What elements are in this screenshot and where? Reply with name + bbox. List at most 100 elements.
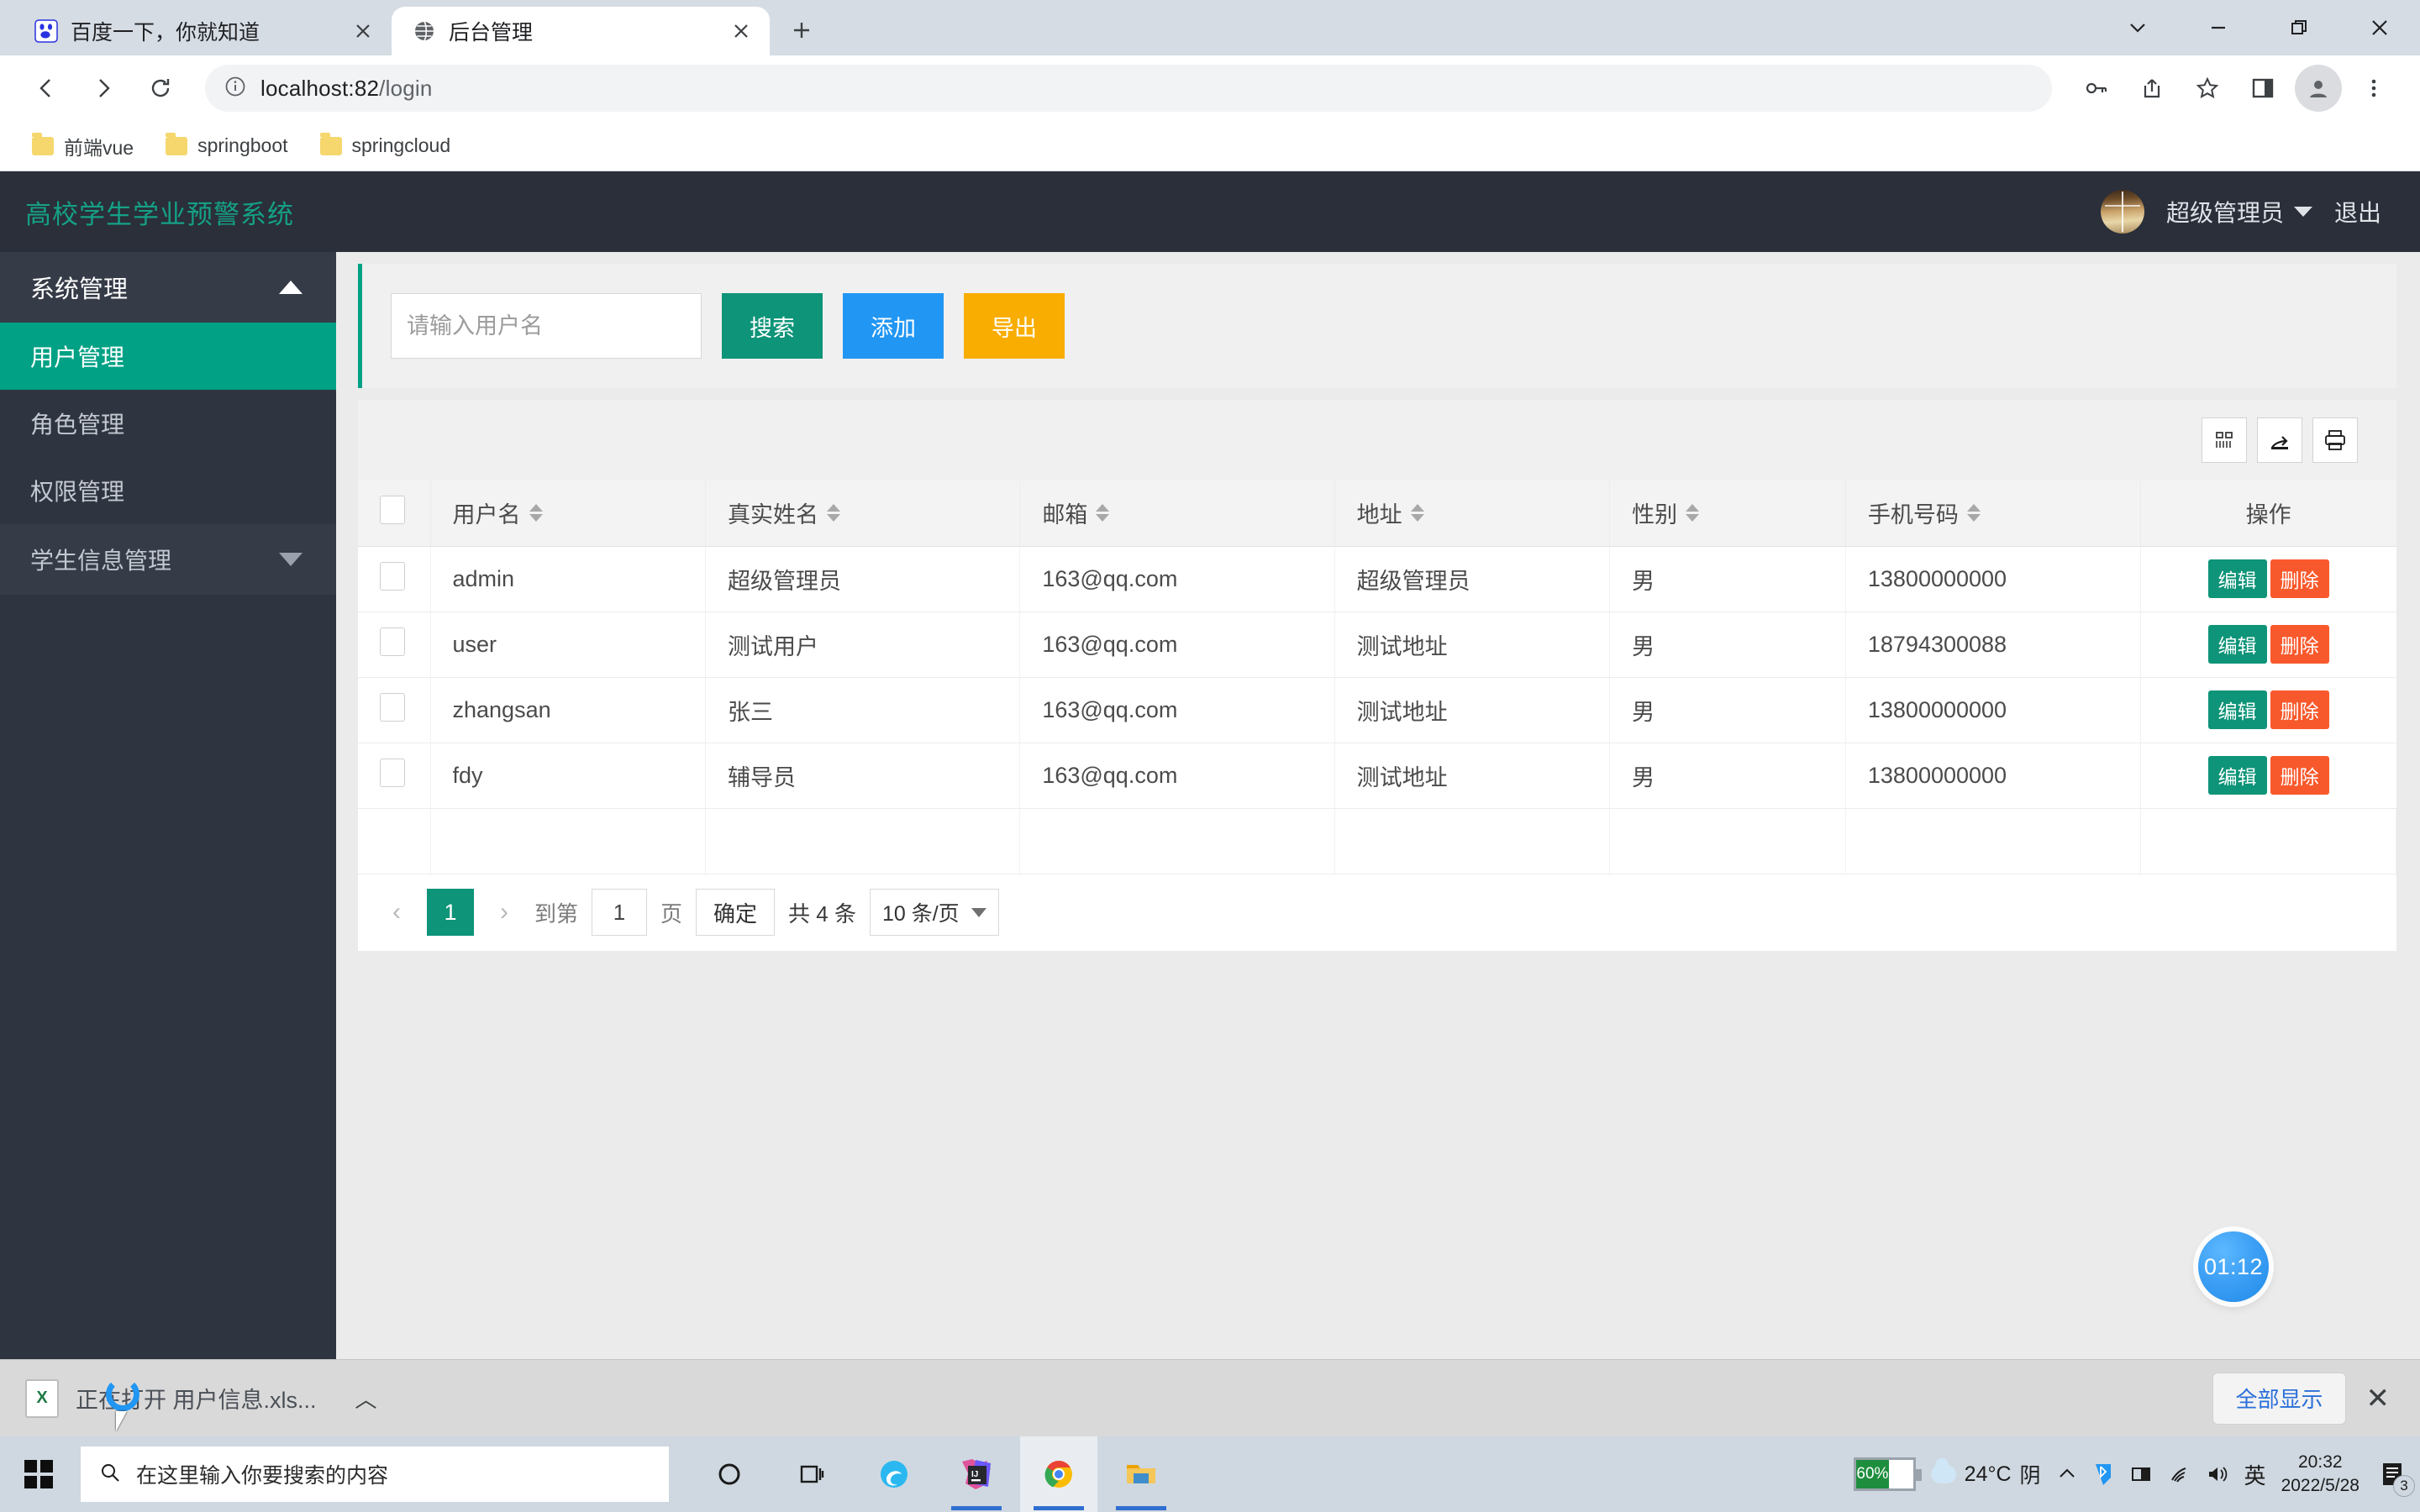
sidebar-item-permission-management[interactable]: 权限管理 [0, 457, 336, 524]
sort-arrows-icon[interactable] [529, 504, 543, 522]
display-icon[interactable] [2130, 1463, 2152, 1485]
bookmark-item-1[interactable]: springboot [154, 129, 299, 162]
search-input[interactable] [391, 293, 702, 359]
weather-widget[interactable]: 24°C 阴 [1930, 1458, 2041, 1489]
row-checkbox[interactable] [380, 692, 405, 722]
info-icon[interactable] [224, 75, 247, 102]
export-button[interactable]: 导出 [964, 293, 1065, 359]
chevron-up-icon[interactable] [2056, 1463, 2078, 1485]
logout-button[interactable]: 退出 [2334, 195, 2381, 228]
row-checkbox[interactable] [380, 561, 405, 591]
row-select-cell[interactable] [358, 677, 431, 743]
row-checkbox[interactable] [380, 758, 405, 787]
download-item[interactable]: X 正在打开 用户信息.xls... ︿ [25, 1369, 377, 1428]
page-number-1[interactable]: 1 [427, 889, 474, 936]
wifi-icon[interactable] [2167, 1463, 2191, 1485]
sort-arrows-icon[interactable] [1966, 504, 1981, 522]
sort-arrows-icon[interactable] [1096, 504, 1110, 522]
side-panel-icon[interactable] [2237, 62, 2289, 114]
column-username[interactable]: 用户名 [430, 480, 707, 547]
columns-toggle-icon[interactable] [2202, 417, 2247, 463]
forward-arrow-icon[interactable] [77, 62, 129, 114]
back-arrow-icon[interactable] [20, 62, 72, 114]
notification-center-icon[interactable]: 3 [2375, 1453, 2415, 1497]
table-row[interactable]: fdy 辅导员 163@qq.com 测试地址 男 13800000000 编辑… [358, 743, 2396, 809]
table-row[interactable]: admin 超级管理员 163@qq.com 超级管理员 男 138000000… [358, 546, 2396, 612]
show-all-downloads-button[interactable]: 全部显示 [2212, 1372, 2346, 1425]
add-button[interactable]: 添加 [843, 293, 944, 359]
row-select-cell[interactable] [358, 743, 431, 809]
close-icon[interactable]: ✕ [2366, 1382, 2391, 1415]
column-gender[interactable]: 性别 [1609, 480, 1846, 547]
chevron-up-icon[interactable]: ︿ [355, 1383, 377, 1414]
close-window-button[interactable] [2339, 0, 2420, 55]
sidebar-group-student-info[interactable]: 学生信息管理 [0, 524, 336, 595]
chevron-left-icon[interactable]: ‹ [380, 895, 413, 929]
reload-icon[interactable] [134, 62, 187, 114]
delete-button[interactable]: 删除 [2270, 690, 2329, 729]
edit-button[interactable]: 编辑 [2207, 690, 2267, 729]
close-icon[interactable] [726, 16, 756, 46]
star-icon[interactable] [2181, 62, 2233, 114]
row-select-cell[interactable] [358, 612, 431, 678]
floating-timer-bubble[interactable]: 01:12 [2198, 1231, 2269, 1302]
delete-button[interactable]: 删除 [2270, 559, 2329, 598]
address-bar[interactable]: localhost:82/login [205, 65, 2052, 112]
task-view-icon[interactable] [773, 1436, 850, 1512]
user-menu[interactable]: 超级管理员 [2166, 195, 2312, 228]
column-phone[interactable]: 手机号码 [1845, 480, 2141, 547]
table-row[interactable]: zhangsan 张三 163@qq.com 测试地址 男 1380000000… [358, 677, 2396, 743]
taskbar-search-input[interactable]: 在这里输入你要搜索的内容 [81, 1446, 669, 1502]
search-button[interactable]: 搜索 [722, 293, 823, 359]
ime-indicator[interactable]: 英 [2244, 1459, 2266, 1490]
new-tab-button[interactable] [778, 7, 825, 54]
edit-button[interactable]: 编辑 [2207, 756, 2267, 795]
taskbar-clock[interactable]: 20:32 2022/5/28 [2281, 1451, 2360, 1499]
chrome-icon[interactable] [1020, 1436, 1097, 1512]
maximize-restore-button[interactable] [2259, 0, 2339, 55]
row-select-cell[interactable] [358, 546, 431, 612]
share-icon[interactable] [2126, 62, 2178, 114]
sidebar-group-system[interactable]: 系统管理 [0, 252, 336, 323]
edit-button[interactable]: 编辑 [2207, 559, 2267, 598]
select-all-checkbox[interactable] [380, 496, 405, 525]
battery-icon[interactable]: 60% [1853, 1457, 1922, 1491]
profile-avatar-icon[interactable] [2292, 62, 2344, 114]
confirm-page-button[interactable]: 确定 [696, 889, 776, 936]
sort-arrows-icon[interactable] [827, 504, 841, 522]
windows-start-icon[interactable] [0, 1436, 77, 1512]
sort-arrows-icon[interactable] [1686, 504, 1700, 522]
browser-tab-0[interactable]: 百度一下，你就知道 [13, 7, 392, 55]
bluetooth-icon[interactable] [2093, 1461, 2115, 1488]
volume-icon[interactable] [2206, 1463, 2229, 1485]
close-icon[interactable] [348, 16, 378, 46]
goto-page-input[interactable] [592, 889, 648, 936]
table-row[interactable]: user 测试用户 163@qq.com 测试地址 男 18794300088 … [358, 612, 2396, 678]
cortana-icon[interactable] [691, 1436, 768, 1512]
file-explorer-icon[interactable] [1102, 1436, 1180, 1512]
bookmark-item-2[interactable]: springcloud [308, 129, 463, 162]
delete-button[interactable]: 删除 [2270, 625, 2329, 664]
sort-arrows-icon[interactable] [1410, 504, 1424, 522]
browser-tab-1[interactable]: 后台管理 [392, 7, 770, 55]
print-icon[interactable] [2312, 417, 2358, 463]
export-icon[interactable] [2257, 417, 2302, 463]
delete-button[interactable]: 删除 [2270, 756, 2329, 795]
chevron-right-icon[interactable]: › [487, 895, 521, 929]
minimize-button[interactable] [2178, 0, 2259, 55]
column-realname[interactable]: 真实姓名 [705, 480, 1021, 547]
bookmark-item-0[interactable]: 前端vue [20, 127, 145, 165]
column-email[interactable]: 邮箱 [1019, 480, 1335, 547]
column-address[interactable]: 地址 [1334, 480, 1611, 547]
select-all-header[interactable] [358, 480, 431, 547]
page-size-select[interactable]: 10 条/页 [869, 889, 999, 936]
key-icon[interactable] [2070, 62, 2123, 114]
sidebar-item-role-management[interactable]: 角色管理 [0, 390, 336, 457]
sidebar-item-user-management[interactable]: 用户管理 [0, 323, 336, 390]
row-checkbox[interactable] [380, 627, 405, 656]
chevron-down-icon[interactable] [2097, 0, 2178, 55]
edit-button[interactable]: 编辑 [2207, 625, 2267, 664]
kebab-menu-icon[interactable] [2348, 62, 2400, 114]
intellij-idea-icon[interactable]: IJ [938, 1436, 1015, 1512]
edge-icon[interactable] [855, 1436, 933, 1512]
